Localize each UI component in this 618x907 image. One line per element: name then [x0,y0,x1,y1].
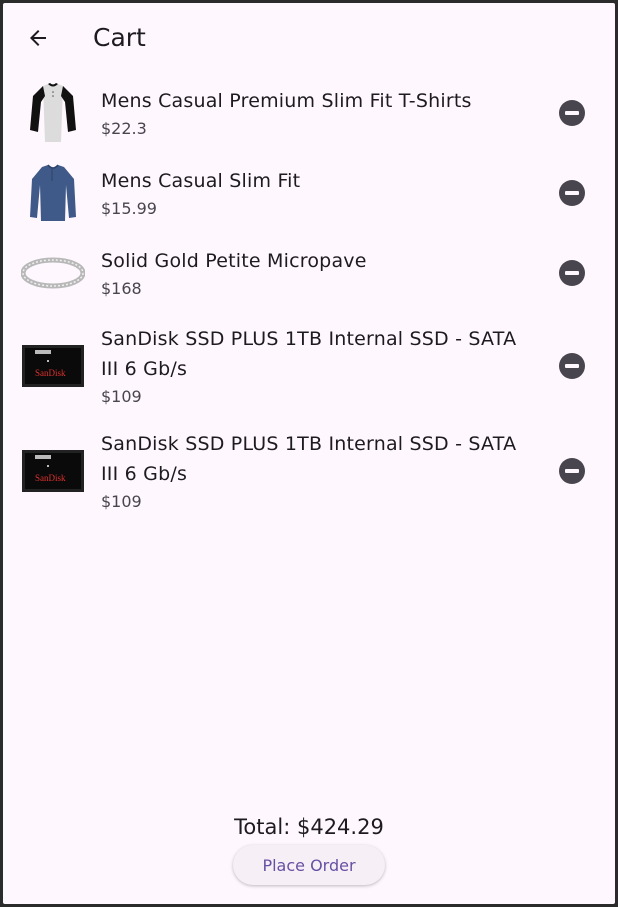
item-text: Mens Casual Premium Slim Fit T-Shirts $2… [101,86,531,140]
product-image: SanDisk [21,344,85,388]
cart-item: Mens Casual Premium Slim Fit T-Shirts $2… [3,73,615,153]
arrow-left-icon [30,30,46,46]
cart-screen: Cart Mens Casual Premium Slim Fit T-Shir… [3,3,615,904]
cart-item: Mens Casual Slim Fit $15.99 [3,153,615,233]
app-bar: Cart [3,3,615,73]
product-image [21,163,85,223]
item-name: Solid Gold Petite Micropave [101,250,367,272]
item-text: SanDisk SSD PLUS 1TB Internal SSD - SATA… [101,429,531,513]
remove-circle-icon [565,191,579,195]
cart-item: Solid Gold Petite Micropave $168 [3,233,615,313]
remove-item-button[interactable] [559,457,585,484]
item-price: $109 [101,386,142,406]
remove-circle-icon [565,363,579,368]
sandisk-ssd-image: SanDisk [22,449,84,492]
remove-item-button[interactable] [559,260,585,286]
product-image [21,82,85,144]
item-text: SanDisk SSD PLUS 1TB Internal SSD - SATA… [101,324,531,408]
blue-longsleeve-image [30,164,76,221]
product-image: SanDisk [21,449,85,493]
item-price: $109 [101,491,142,511]
cart-item: SanDisk SanDisk SSD PLUS 1TB Internal SS… [3,313,615,418]
ssd-brand-label: SanDisk [35,368,66,378]
remove-item-button[interactable] [559,352,585,379]
item-text: Solid Gold Petite Micropave $168 [101,246,531,300]
item-price: $15.99 [101,199,157,218]
cart-list: Mens Casual Premium Slim Fit T-Shirts $2… [3,73,615,523]
raglan-tshirt-image [30,83,76,142]
place-order-button[interactable]: Place Order [233,845,385,885]
item-name: SanDisk SSD PLUS 1TB Internal SSD - SATA… [101,432,517,485]
item-price: $168 [101,279,142,298]
item-text: Mens Casual Slim Fit $15.99 [101,166,531,220]
sandisk-ssd-image: SanDisk [22,344,84,387]
remove-item-button[interactable] [559,180,585,206]
ssd-brand-label: SanDisk [35,473,66,483]
cart-footer: Total: $424.29 Place Order [3,815,615,885]
remove-circle-icon [565,468,579,473]
back-button[interactable] [18,18,58,58]
cart-total: Total: $424.29 [234,815,384,839]
item-price: $22.3 [101,119,147,138]
page-title: Cart [93,23,146,52]
cart-item: SanDisk SanDisk SSD PLUS 1TB Internal SS… [3,418,615,523]
item-name: Mens Casual Premium Slim Fit T-Shirts [101,90,472,112]
remove-circle-icon [565,111,579,115]
remove-item-button[interactable] [559,100,585,126]
item-name: Mens Casual Slim Fit [101,170,301,192]
item-name: SanDisk SSD PLUS 1TB Internal SSD - SATA… [101,327,517,380]
remove-circle-icon [565,271,579,275]
silver-bracelet-image [21,257,85,289]
product-image [21,255,85,291]
